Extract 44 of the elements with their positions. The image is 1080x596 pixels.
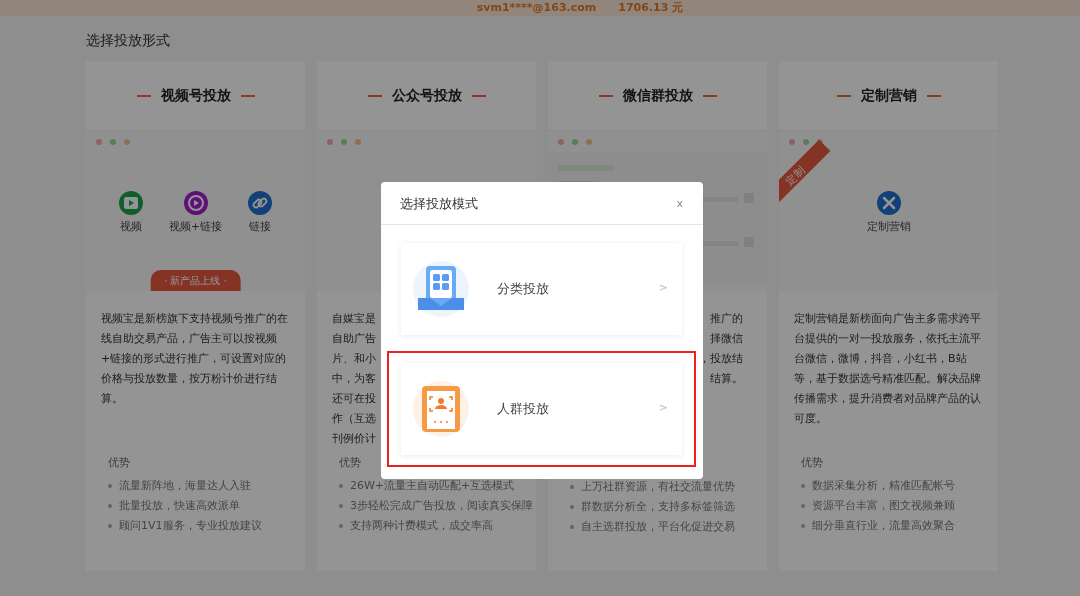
- advantage-item: 26W+流量主自动匹配+互选模式: [350, 478, 515, 492]
- section-title: 选择投放形式: [85, 31, 171, 50]
- account-email: svm1****@163.com: [476, 0, 597, 16]
- description-fragment: 自助广告: [332, 331, 376, 347]
- account-balance: 1706.13 元: [618, 0, 684, 16]
- description-fragment: 中，为客: [332, 371, 376, 387]
- advantages-heading: 优势: [338, 455, 362, 471]
- advantage-item: 资源平台丰富，图文视频兼顾: [812, 498, 955, 512]
- card-title: 视频号投放: [160, 86, 231, 105]
- modal-title: 选择投放模式: [400, 195, 478, 213]
- advantage-item: 上万社群资源，有社交流量优势: [581, 480, 735, 493]
- card-description: 视频宝是新榜旗下支持视频号推广的在线自助交易产品，广告主可以按视频+链接的形式进行推广，可设置对应的价格与投放数量，按万粉计价进行结算。: [100, 311, 289, 407]
- advantage-item: 细分垂直行业，流量高效聚合: [812, 518, 955, 532]
- description-fragment: 刊例价计: [332, 431, 376, 447]
- description-fragment: 自媒宝是: [332, 311, 376, 327]
- mode-option[interactable]: 分类投放 >: [401, 242, 682, 335]
- advantage-item: 3步轻松完成广告投放，阅读真实保障: [350, 498, 533, 512]
- new-product-ribbon: · 新产品上线 ·: [150, 270, 241, 291]
- advantage-item: 顾问1V1服务，专业投放建议: [119, 518, 262, 532]
- advantage-item: 数据采集分析，精准匹配帐号: [812, 478, 955, 492]
- close-button[interactable]: x: [676, 195, 683, 212]
- advantage-item: 支持两种计费模式，成交率高: [350, 518, 493, 532]
- description-fragment: 结算。: [710, 371, 743, 387]
- advantages-heading: 优势: [800, 455, 824, 471]
- card-title: 定制营销: [860, 86, 917, 105]
- advantages-heading: 优势: [107, 455, 131, 471]
- advantage-item: 群数据分析全，支持多标签筛选: [581, 500, 735, 513]
- advantage-item: 自主选群投放，平台化促进交易: [581, 520, 735, 533]
- description-fragment: 择微信: [710, 331, 743, 347]
- icon-label: 定制营销: [866, 219, 911, 234]
- mode-option[interactable]: 人群投放 >: [401, 362, 682, 455]
- description-fragment: 推广的: [710, 311, 743, 327]
- icon-label: 视频+链接: [169, 219, 222, 234]
- description-fragment: 片、和小: [332, 351, 376, 367]
- advantage-item: 批量投放，快速高效派单: [119, 498, 240, 512]
- icon-label: 链接: [248, 219, 271, 234]
- card-title: 公众号投放: [391, 86, 462, 105]
- icon-label: 视频: [120, 219, 143, 234]
- description-fragment: ，投放结: [699, 351, 743, 367]
- card-description: 定制营销是新榜面向广告主多需求跨平台提供的一对一投放服务，依托主流平台微信，微博，抖音，小红书，B站等，基于数据选号精准匹配。解决品牌传播需求，提升消费者对品牌产品的认可度。: [793, 311, 982, 427]
- card-title: 微信群投放: [622, 86, 693, 105]
- description-fragment: 作（互选: [332, 411, 376, 427]
- description-fragment: 还可在投: [332, 391, 376, 407]
- advantage-item: 流量新阵地，海量达人入驻: [119, 478, 251, 492]
